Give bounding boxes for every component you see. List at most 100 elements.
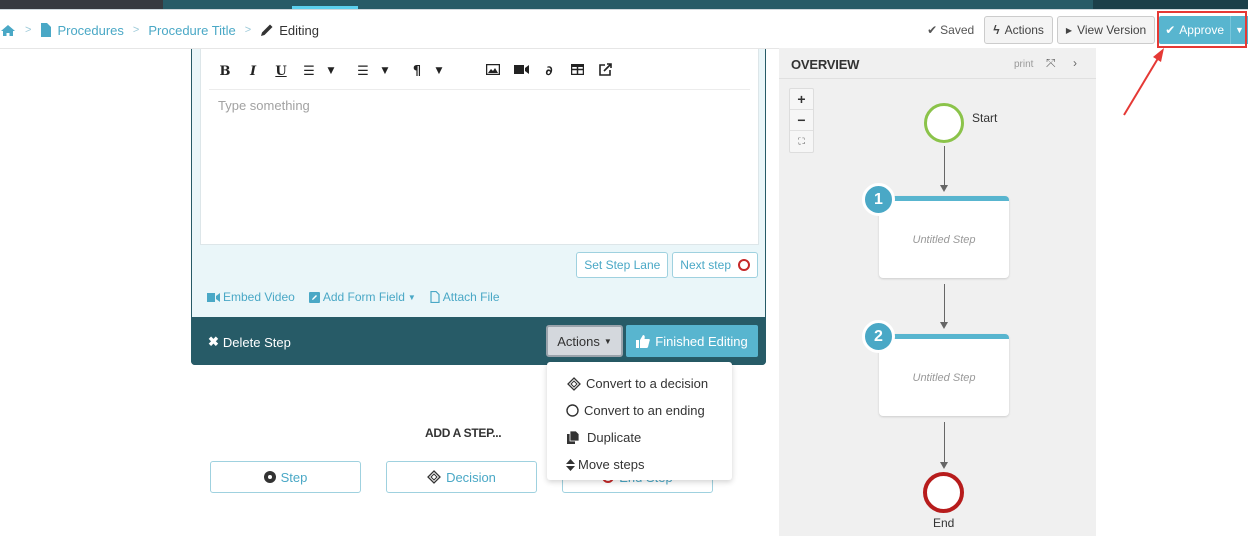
end-circle-icon: [738, 259, 750, 271]
actions-label: Actions: [1004, 23, 1044, 37]
zoom-in-button[interactable]: +: [790, 89, 813, 110]
external-link-icon: [598, 62, 612, 76]
caret-down-icon[interactable]: ▼: [425, 66, 453, 76]
finished-editing-button[interactable]: Finished Editing: [626, 325, 758, 357]
editor-placeholder: Type something: [218, 98, 310, 113]
breadcrumb-procedures[interactable]: Procedures: [40, 22, 124, 38]
editor-toolbar: B I U ☰ ▼ ☰ ▼ ¶ ▼ ∂: [211, 61, 619, 81]
menu-item-label: Convert to an ending: [584, 403, 705, 418]
file-icon: [41, 23, 52, 37]
step-number-badge: 2: [862, 320, 895, 353]
approve-dropdown-toggle[interactable]: ▼: [1230, 16, 1248, 44]
italic-button[interactable]: I: [239, 64, 267, 79]
close-icon: ✖: [208, 334, 219, 349]
fit-screen-button[interactable]: ⛶: [790, 131, 813, 152]
check-icon: ✔: [927, 23, 938, 37]
add-decision-label: Decision: [446, 469, 496, 485]
divider: [0, 9, 1248, 10]
step-editor-card: B I U ☰ ▼ ☰ ▼ ¶ ▼ ∂ Type something Set S…: [191, 49, 766, 365]
copy-icon: [567, 431, 579, 444]
view-version-label: View Version: [1077, 23, 1147, 37]
pencil-icon: [261, 24, 273, 36]
set-step-lane-button[interactable]: Set Step Lane: [576, 252, 669, 278]
next-step-button[interactable]: Next step: [672, 252, 758, 278]
step-number-badge: 1: [862, 183, 895, 216]
menu-item-convert-to-decision[interactable]: Convert to a decision: [547, 370, 732, 397]
start-label: Start: [972, 111, 998, 125]
caret-down-icon: ▼: [407, 292, 416, 302]
caret-down-icon[interactable]: ▼: [317, 66, 345, 76]
connector-arrow: [940, 185, 948, 192]
caret-down-icon: ▼: [1235, 25, 1244, 35]
play-icon: ▶: [1065, 25, 1073, 35]
menu-item-move-steps[interactable]: Move steps: [547, 451, 732, 478]
overview-title: OVERVIEW: [791, 57, 860, 72]
home-icon: [1, 24, 15, 36]
menu-item-duplicate[interactable]: Duplicate: [547, 424, 732, 451]
table-icon: [570, 63, 584, 75]
end-node[interactable]: [923, 472, 964, 513]
flow-step-node[interactable]: Untitled Step: [879, 334, 1009, 416]
zoom-controls: + − ⛶: [789, 88, 814, 153]
video-button[interactable]: [507, 64, 535, 79]
add-step-label: Step: [280, 469, 308, 485]
zoom-out-button[interactable]: −: [790, 110, 813, 131]
top-nav-left: [0, 0, 163, 9]
image-button[interactable]: [479, 63, 507, 79]
expand-icon[interactable]: ⤧: [1046, 56, 1056, 71]
start-node[interactable]: [924, 103, 964, 143]
finished-editing-label: Finished Editing: [655, 333, 748, 349]
file-icon: [430, 291, 440, 303]
rich-text-editor[interactable]: B I U ☰ ▼ ☰ ▼ ¶ ▼ ∂ Type something: [200, 49, 759, 245]
table-button[interactable]: [563, 63, 591, 79]
external-link-button[interactable]: [591, 62, 619, 80]
menu-item-label: Duplicate: [587, 430, 642, 445]
annotation-arrow: [1123, 48, 1164, 116]
add-step-button[interactable]: Step: [210, 461, 361, 493]
connector: [944, 146, 945, 186]
breadcrumb-current-label: Editing: [279, 22, 319, 38]
underline-button[interactable]: U: [267, 64, 295, 79]
breadcrumb: > Procedures > Procedure Title > Editing: [0, 20, 319, 40]
caret-down-icon[interactable]: ▼: [371, 66, 399, 76]
sort-icon: [566, 458, 575, 471]
delete-step-button[interactable]: ✖ Delete Step: [208, 334, 291, 350]
menu-item-label: Move steps: [578, 457, 645, 472]
chevron-right-icon[interactable]: ›: [1073, 56, 1077, 70]
breadcrumb-separator: >: [132, 24, 140, 36]
menu-item-convert-to-ending[interactable]: Convert to an ending: [547, 397, 732, 424]
overview-header: OVERVIEW print ⤧ ›: [779, 48, 1096, 79]
video-icon: [513, 64, 529, 74]
actions-button[interactable]: ϟ Actions: [984, 16, 1053, 44]
print-link[interactable]: print: [1014, 59, 1033, 70]
view-version-button[interactable]: ▶ View Version: [1056, 16, 1156, 44]
circle-icon: [566, 404, 579, 417]
breadcrumb-label: Procedures: [57, 22, 124, 38]
add-form-field-button[interactable]: Add Form Field ▼: [308, 290, 416, 304]
embed-video-button[interactable]: Embed Video: [207, 290, 295, 304]
saved-label: Saved: [940, 23, 975, 37]
add-decision-button[interactable]: Decision: [386, 461, 537, 493]
top-nav-right: [1093, 0, 1248, 9]
next-step-label: Next step: [680, 258, 731, 272]
step-actions-menu: Convert to a decision Convert to an endi…: [547, 362, 732, 480]
breadcrumb-procedure-title[interactable]: Procedure Title: [148, 23, 235, 38]
video-icon: [207, 292, 220, 302]
add-step-heading: ADD A STEP...: [425, 426, 502, 440]
end-label: End: [933, 516, 955, 530]
breadcrumb-label: Procedure Title: [148, 22, 236, 38]
attach-file-button[interactable]: Attach File: [430, 290, 500, 304]
diamond-icon: [567, 376, 581, 391]
step-actions-button[interactable]: Actions ▼: [546, 325, 623, 357]
breadcrumb-home[interactable]: [0, 24, 16, 37]
bold-button[interactable]: B: [211, 64, 239, 79]
link-button[interactable]: ∂: [535, 64, 563, 79]
saved-status: ✔ Saved: [927, 23, 974, 37]
check-icon: ✔: [1165, 23, 1176, 37]
attachment-options: Embed Video Add Form Field ▼ Attach File: [207, 290, 500, 304]
flow-step-title: Untitled Step: [912, 371, 976, 384]
thumbs-up-icon: [636, 334, 651, 348]
flow-step-node[interactable]: Untitled Step: [879, 196, 1009, 278]
approve-button[interactable]: ✔ Approve: [1159, 16, 1230, 44]
header-actions: ✔ Saved ϟ Actions ▶ View Version ✔ Appro…: [927, 16, 1248, 44]
